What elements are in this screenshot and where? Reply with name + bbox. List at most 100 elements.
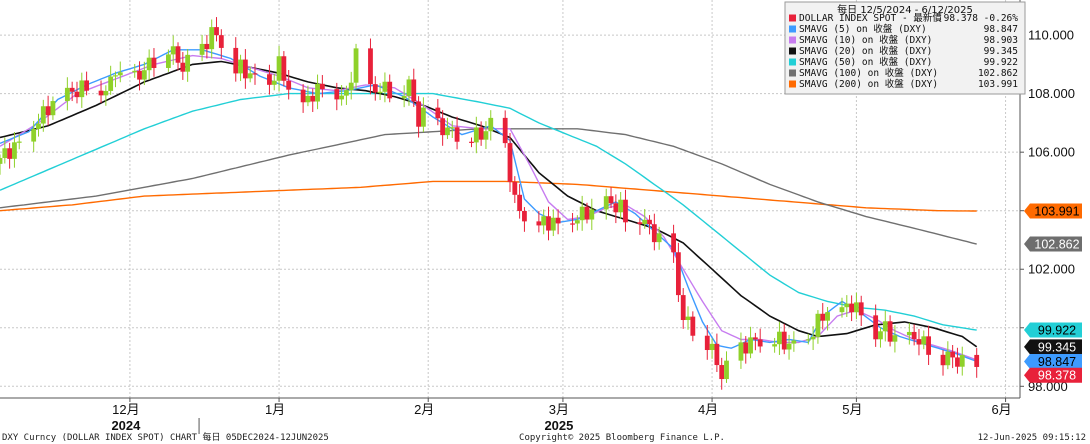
candle-body: [113, 75, 118, 77]
x-tick-label: 4月: [698, 402, 718, 417]
candle-body: [435, 107, 441, 119]
candle-body: [416, 101, 421, 127]
candle-body: [199, 43, 205, 55]
last-value-text: 103.991: [1034, 204, 1079, 218]
candle-body: [574, 220, 580, 224]
candle-body: [117, 72, 123, 76]
candle-body: [603, 196, 609, 210]
legend-swatch: [789, 47, 796, 55]
candle-body: [959, 354, 965, 367]
candle-body: [738, 342, 744, 361]
candle-body: [69, 87, 75, 92]
candle-body: [103, 90, 109, 96]
candle-body: [757, 339, 763, 347]
candle-body: [348, 82, 354, 91]
legend-value: 103.991: [978, 79, 1018, 90]
candle-body: [950, 351, 956, 358]
candle-body: [906, 331, 912, 336]
candle-body: [387, 81, 393, 99]
candle-body: [926, 336, 931, 355]
candle-body: [478, 127, 484, 140]
candle-body: [647, 219, 652, 225]
candle-body: [704, 335, 710, 351]
candle-body: [141, 70, 147, 80]
chart-container: 110.000108.000106.000104.000102.000100.0…: [0, 0, 1090, 444]
candle-body: [555, 217, 561, 224]
legend-swatch: [789, 69, 796, 77]
candle-body: [675, 252, 681, 296]
candle-body: [445, 127, 450, 136]
candle-body: [671, 233, 676, 253]
last-value-text: 99.922: [1038, 324, 1076, 338]
candle-body: [310, 95, 316, 102]
candle-body: [286, 80, 292, 90]
candle-body: [849, 303, 855, 313]
candle-body: [709, 343, 715, 351]
candle-body: [550, 217, 556, 231]
candle-body: [772, 344, 778, 347]
candle-body: [16, 141, 22, 143]
candle-body: [502, 117, 508, 144]
candle-body: [536, 221, 542, 226]
candle-body: [98, 90, 104, 96]
dxy-price-chart: 110.000108.000106.000104.000102.000100.0…: [0, 0, 1086, 443]
candle-body: [406, 79, 412, 96]
legend-value: 98.378: [944, 13, 979, 24]
candle-body: [473, 127, 479, 143]
candle-body: [64, 87, 70, 102]
candle-body: [45, 106, 51, 116]
candle-body: [204, 43, 210, 50]
candle-body: [642, 219, 648, 225]
candle-body: [267, 74, 272, 85]
candle-body: [137, 70, 142, 80]
legend-name: SMAVG (5) on 收盤 (DXY): [799, 23, 927, 35]
legend-swatch: [789, 14, 796, 22]
candle-body: [74, 91, 80, 98]
candle-body: [50, 101, 56, 116]
candle-body: [940, 354, 946, 366]
last-value-text: 99.345: [1038, 340, 1076, 354]
candle-body: [79, 80, 85, 98]
candle-body: [175, 46, 181, 63]
candle-body: [690, 316, 696, 336]
candle-body: [786, 343, 792, 350]
legend-value: 102.862: [978, 68, 1018, 79]
x-tick-label: 6月: [991, 402, 1011, 417]
candle-body: [882, 321, 888, 332]
candle-body: [878, 331, 883, 340]
footer: DXY Curncy (DOLLAR INDEX SPOT) CHART 每日 …: [2, 431, 1086, 443]
candle-body: [170, 46, 176, 55]
candle-body: [276, 56, 282, 81]
candle-body: [916, 339, 922, 345]
candle-body: [921, 336, 927, 345]
candle-body: [777, 331, 782, 345]
candle-body: [522, 210, 527, 222]
candle-body: [748, 337, 753, 354]
legend-name: SMAVG (10) on 收盤 (DXY): [799, 34, 932, 46]
candle-body: [685, 316, 691, 321]
legend-change: -0.26%: [984, 13, 1019, 24]
candle-body: [714, 343, 720, 366]
candle-body: [218, 35, 224, 48]
candle-body: [805, 339, 811, 341]
candle-body: [512, 181, 518, 195]
candle-body: [719, 365, 725, 380]
candle-body: [791, 340, 797, 344]
x-tick-label: 2月: [414, 402, 434, 417]
legend: 每日 12/5/2024 - 6/12/2025 DOLLAR INDEX SP…: [784, 1, 1026, 95]
candle-body: [454, 127, 460, 142]
candle-body: [892, 335, 898, 342]
candle-body: [165, 54, 171, 68]
candle-body: [108, 76, 114, 91]
year-label: 2024: [111, 418, 141, 433]
last-value-labels: 103.991 102.862 99.922 99.34598.84798.378: [1024, 203, 1082, 383]
candle-body: [281, 56, 287, 81]
legend-value: 98.903: [984, 35, 1018, 46]
candle-body: [651, 224, 657, 243]
candle-body: [377, 91, 383, 94]
candle-body: [469, 141, 474, 143]
legend-swatch: [789, 36, 796, 44]
candle-body: [334, 89, 340, 100]
candle-body: [752, 337, 758, 340]
candle-body: [825, 312, 830, 321]
